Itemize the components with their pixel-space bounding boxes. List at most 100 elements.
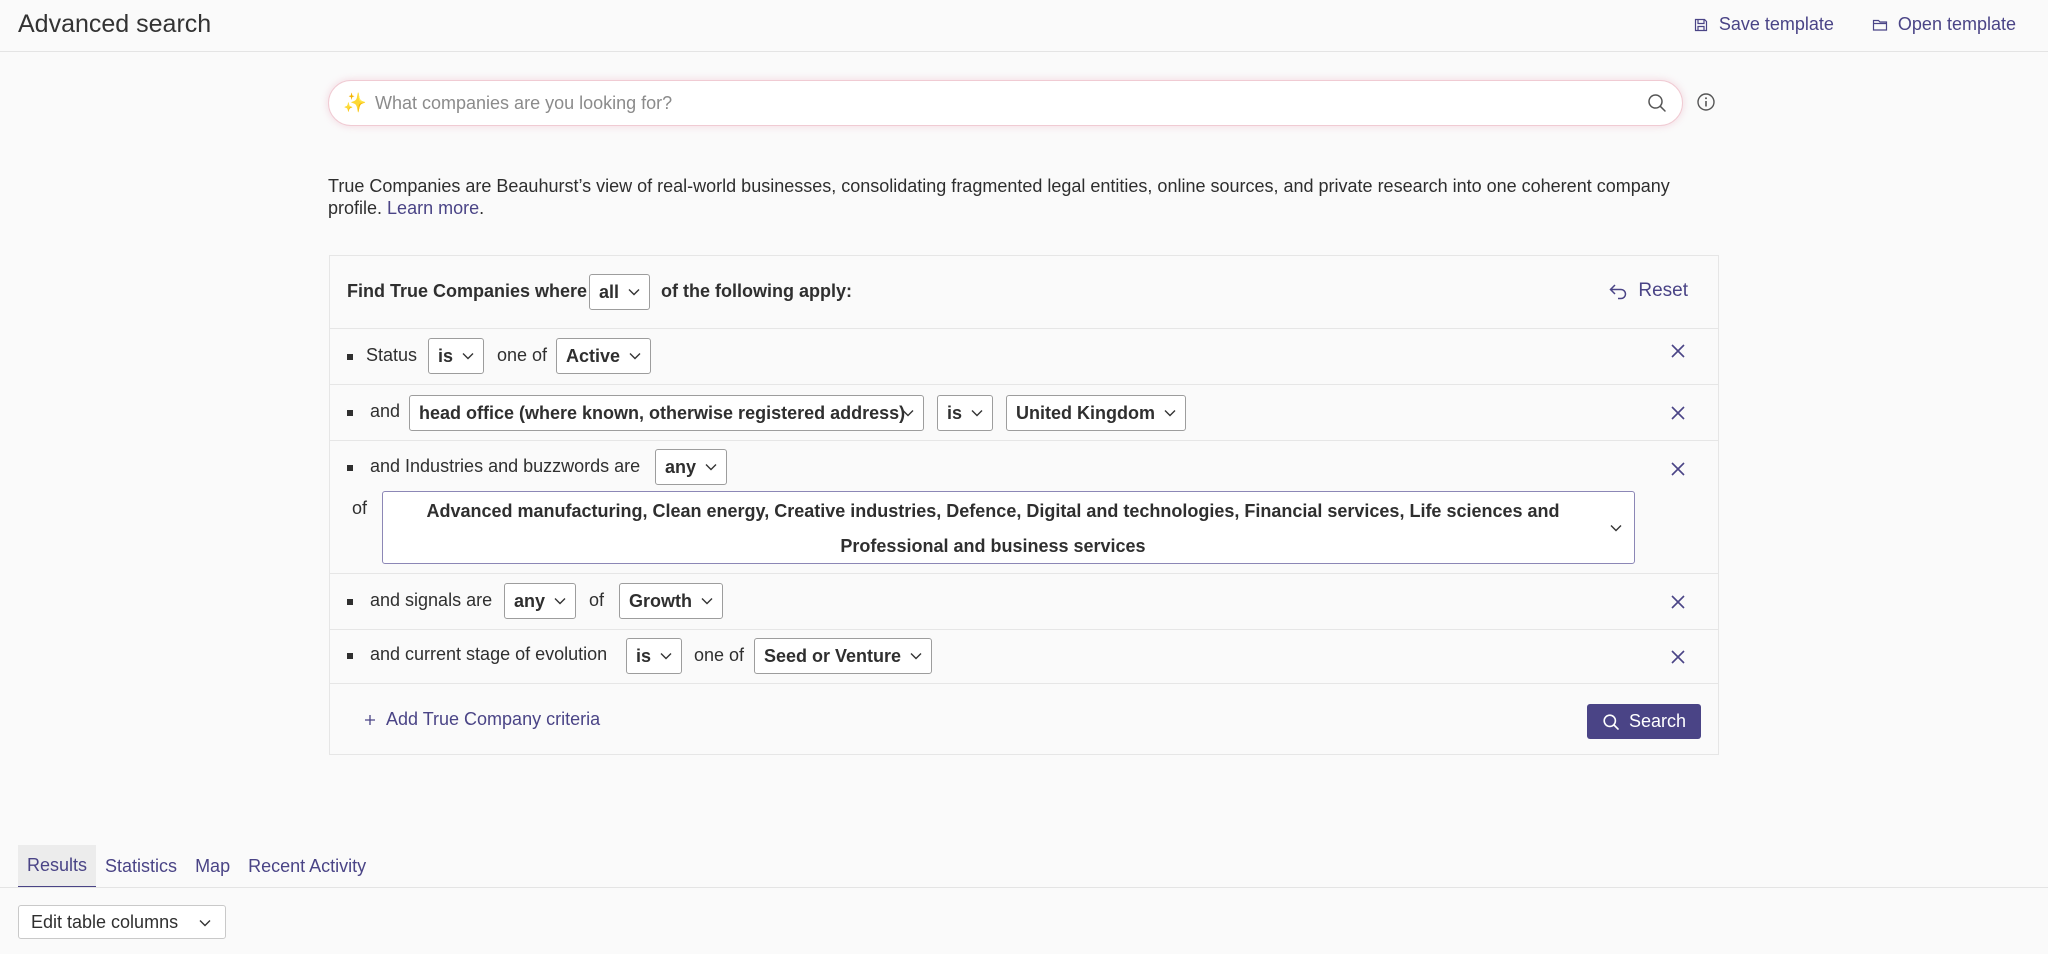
chevron-down-icon [1164, 410, 1176, 417]
dropdown-value: any [514, 591, 546, 611]
add-criteria-label: Add True Company criteria [386, 709, 601, 729]
location-operator-dropdown[interactable]: is [937, 395, 994, 431]
chevron-down-icon [199, 920, 211, 927]
chevron-down-icon [910, 653, 922, 660]
criteria-lead: and current stage of evolution [370, 644, 608, 664]
remove-criteria-close-icon[interactable] [1670, 594, 1686, 610]
learn-more-link[interactable]: Learn more [387, 198, 479, 218]
chevron-down-icon [971, 410, 983, 417]
chevron-down-icon [705, 464, 717, 471]
tab-recent-activity[interactable]: Recent Activity [239, 845, 375, 888]
criteria-lead: and [370, 401, 401, 421]
builder-prefix: Find True Companies where [347, 281, 588, 301]
page-title: Advanced search [18, 10, 212, 38]
match-mode-dropdown[interactable]: all [589, 274, 651, 310]
dropdown-value: is [636, 646, 652, 666]
criteria-row-location: and head office (where known, otherwise … [330, 385, 1718, 441]
remove-criteria-close-icon[interactable] [1670, 343, 1686, 359]
chevron-down-icon [554, 598, 566, 605]
remove-criteria-close-icon[interactable] [1670, 461, 1686, 477]
signals-value-dropdown[interactable]: Growth [619, 583, 723, 619]
status-operator-dropdown[interactable]: is [428, 338, 485, 374]
row-bullet [347, 653, 353, 659]
criteria-row-status: Status is one of Active [330, 329, 1718, 385]
reset-icon [1609, 284, 1627, 300]
builder-footer: Add True Company criteria Search [330, 684, 1718, 756]
stage-value-dropdown[interactable]: Seed or Venture [754, 638, 933, 674]
criteria-lead: and signals are [370, 590, 493, 610]
reset-label: Reset [1638, 280, 1688, 301]
search-button[interactable]: Search [1587, 704, 1701, 739]
row-bullet [347, 465, 353, 471]
info-icon[interactable] [1695, 91, 1717, 113]
dropdown-value: Active [566, 346, 621, 366]
chevron-down-icon [628, 289, 640, 296]
dropdown-value: Growth [629, 591, 692, 611]
sparkle-icon: ✨ [343, 93, 367, 114]
tab-statistics[interactable]: Statistics [96, 845, 186, 888]
dropdown-value: any [665, 457, 697, 477]
search-button-label: Search [1628, 711, 1687, 731]
description-text: True Companies are Beauhurst’s view of r… [328, 176, 1670, 218]
tab-results[interactable]: Results [18, 845, 97, 888]
location-value-dropdown[interactable]: United Kingdom [1006, 395, 1186, 431]
stage-operator-dropdown[interactable]: is [626, 638, 683, 674]
row-bullet [347, 599, 353, 605]
dropdown-value: head office (where known, otherwise regi… [419, 403, 906, 423]
chevron-down-icon [902, 410, 914, 417]
template-actions: Save template Open template [1693, 14, 2016, 35]
folder-icon [1872, 19, 1888, 31]
criteria-joiner: one of [497, 345, 548, 365]
criteria-joiner: one of [694, 645, 745, 665]
row-bullet [347, 410, 353, 416]
save-icon [1694, 18, 1707, 31]
criteria-builder: Find True Companies where all of the fol… [329, 255, 1719, 755]
criteria-row-signals: and signals are any of Growth [330, 574, 1718, 630]
match-mode-value: all [599, 282, 620, 302]
industries-multiselect[interactable]: Advanced manufacturing, Clean energy, Cr… [382, 491, 1635, 564]
builder-header: Find True Companies where all of the fol… [330, 256, 1718, 329]
open-template-button[interactable]: Open template [1872, 14, 2016, 35]
tab-map[interactable]: Map [186, 845, 239, 888]
tab-divider [0, 887, 2048, 888]
chevron-down-icon [660, 653, 672, 660]
criteria-row-industries: and Industries and buzzwords are any of … [330, 441, 1718, 574]
plus-icon [365, 714, 375, 725]
dropdown-value: Seed or Venture [764, 646, 902, 666]
criteria-row-stage: and current stage of evolution is one of… [330, 630, 1718, 684]
open-template-label: Open template [1897, 14, 2016, 34]
dropdown-value: is [947, 403, 963, 423]
search-icon [1603, 713, 1619, 730]
true-companies-description: True Companies are Beauhurst’s view of r… [328, 175, 1718, 219]
status-value-dropdown[interactable]: Active [556, 338, 652, 374]
industries-operator-dropdown[interactable]: any [655, 449, 728, 485]
industries-selected-values: Advanced manufacturing, Clean energy, Cr… [426, 501, 1560, 556]
chevron-down-icon [701, 598, 713, 605]
chevron-down-icon [1610, 525, 1622, 532]
chevron-down-icon [462, 353, 474, 360]
ai-search-bar: ✨ [328, 80, 1683, 126]
criteria-lead: Status [366, 345, 418, 365]
result-tabs: Results Statistics Map Recent Activity [18, 845, 375, 888]
edit-columns-label: Edit table columns [31, 912, 179, 932]
signals-operator-dropdown[interactable]: any [504, 583, 577, 619]
add-criteria-button[interactable]: Add True Company criteria [364, 709, 600, 730]
builder-suffix: of the following apply: [661, 281, 852, 301]
edit-table-columns-button[interactable]: Edit table columns [18, 905, 226, 939]
criteria-lead: and Industries and buzzwords are [370, 456, 641, 476]
save-template-button[interactable]: Save template [1693, 14, 1834, 35]
dropdown-value: is [438, 346, 454, 366]
criteria-joiner: of [589, 590, 605, 610]
dropdown-value: United Kingdom [1016, 403, 1155, 423]
row-bullet [347, 354, 353, 360]
remove-criteria-close-icon[interactable] [1670, 649, 1686, 665]
criteria-joiner: of [352, 498, 368, 518]
chevron-down-icon [629, 353, 641, 360]
remove-criteria-close-icon[interactable] [1670, 405, 1686, 421]
location-field-dropdown[interactable]: head office (where known, otherwise regi… [409, 395, 924, 431]
company-search-input[interactable] [373, 87, 1613, 119]
search-icon[interactable] [1646, 92, 1668, 114]
reset-button[interactable]: Reset [1608, 280, 1688, 302]
top-bar: Advanced search Save template Open templ… [0, 0, 2048, 52]
save-template-label: Save template [1718, 14, 1834, 34]
